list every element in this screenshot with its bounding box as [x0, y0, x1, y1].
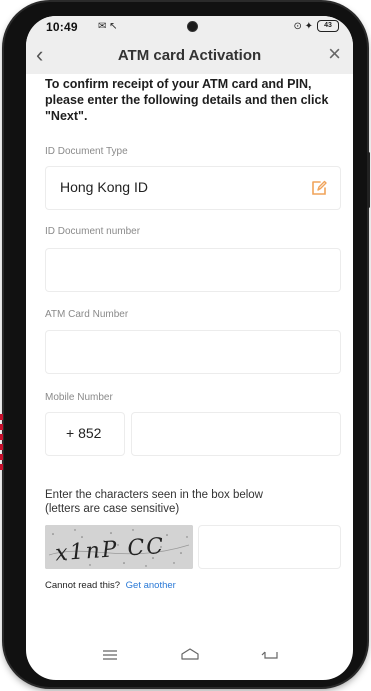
notification-icons: ✉ ↖	[98, 21, 118, 32]
wifi-icon: ⊙ ✦	[293, 20, 313, 32]
camera-icon	[187, 21, 198, 32]
status-bar: 10:49 ✉ ↖ ⊙ ✦ 43	[26, 16, 353, 38]
id-type-select[interactable]: Hong Kong ID	[45, 166, 341, 210]
red-dash-marker	[0, 414, 3, 474]
country-code-value: + 852	[66, 425, 102, 441]
captcha-instruction: Enter the characters seen in the box bel…	[45, 489, 263, 515]
id-number-label: ID Document number	[45, 226, 141, 237]
cannot-read-text: Cannot read this?	[45, 580, 120, 591]
id-type-value: Hong Kong ID	[60, 179, 148, 195]
mobile-input[interactable]	[131, 412, 341, 456]
captcha-refresh-row: Cannot read this? Get another	[45, 580, 176, 591]
id-number-input[interactable]	[45, 248, 341, 292]
status-right-icons: ⊙ ✦ 43	[293, 20, 339, 32]
phone-frame: 10:49 ✉ ↖ ⊙ ✦ 43 ‹ ATM card Activation ×…	[4, 2, 370, 687]
edit-icon[interactable]	[310, 179, 328, 197]
battery-icon: 43	[317, 20, 339, 32]
country-code-field[interactable]: + 852	[45, 412, 125, 456]
power-button	[367, 152, 370, 208]
atm-card-input[interactable]	[45, 330, 341, 374]
get-another-link[interactable]: Get another	[126, 580, 176, 591]
id-type-label: ID Document Type	[45, 146, 128, 157]
screen: 10:49 ✉ ↖ ⊙ ✦ 43 ‹ ATM card Activation ×…	[26, 16, 353, 680]
menu-icon[interactable]	[99, 646, 121, 664]
back-icon[interactable]	[259, 646, 281, 664]
header: ‹ ATM card Activation ×	[26, 38, 353, 74]
instructions-text: To confirm receipt of your ATM card and …	[45, 77, 329, 123]
captcha-input[interactable]	[198, 525, 341, 569]
system-nav-bar	[26, 630, 353, 680]
atm-card-label: ATM Card Number	[45, 309, 129, 320]
status-time: 10:49	[46, 20, 78, 34]
home-icon[interactable]	[179, 646, 201, 664]
captcha-image: x1nP CC	[45, 525, 193, 569]
page-title: ATM card Activation	[117, 47, 262, 64]
close-button[interactable]: ×	[328, 42, 341, 66]
mobile-label: Mobile Number	[45, 392, 113, 403]
